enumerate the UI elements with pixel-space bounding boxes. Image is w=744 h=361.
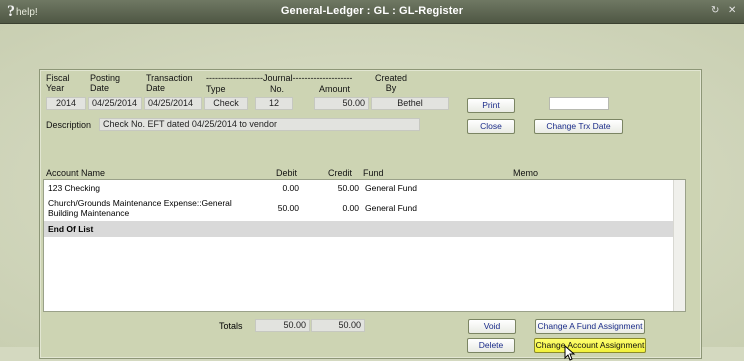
change-account-assignment-button[interactable]: Change Account Assignment: [534, 338, 646, 353]
print-button[interactable]: Print: [467, 98, 515, 113]
register-table: 123 Checking 0.00 50.00 General Fund Chu…: [43, 179, 686, 312]
description-label: Description: [46, 120, 92, 130]
transaction-date-label: Transaction Date: [146, 73, 193, 93]
fund-cell: General Fund: [365, 203, 417, 213]
transaction-date-field[interactable]: 04/25/2014: [144, 97, 202, 110]
credit-cell: 0.00: [342, 203, 359, 213]
account-cell: 123 Checking: [48, 183, 100, 193]
window-title: General-Ledger : GL : GL-Register: [280, 5, 464, 17]
table-row[interactable]: 123 Checking 0.00 50.00 General Fund: [44, 180, 674, 195]
delete-button[interactable]: Delete: [467, 338, 515, 353]
void-button[interactable]: Void: [468, 319, 516, 334]
created-by-field[interactable]: Bethel: [371, 97, 449, 110]
change-fund-assignment-button[interactable]: Change A Fund Assignment: [535, 319, 645, 334]
column-memo: Memo: [513, 168, 539, 178]
end-of-list-label: End Of List: [48, 224, 94, 234]
fund-cell: General Fund: [365, 183, 417, 193]
register-panel: Fiscal Year Posting Date Transaction Dat…: [39, 69, 702, 361]
description-field[interactable]: Check No. EFT dated 04/25/2014 to vendor: [99, 118, 420, 131]
mouse-cursor-icon: [564, 345, 576, 361]
account-cell: Church/Grounds Maintenance Expense::Gene…: [48, 198, 232, 208]
close-icon[interactable]: ✕: [728, 5, 736, 16]
debit-cell: 0.00: [282, 183, 299, 193]
journal-type-field[interactable]: Check: [204, 97, 248, 110]
totals-credit-field: 50.00: [311, 319, 365, 332]
posting-date-label: Posting Date: [90, 73, 121, 93]
change-trx-date-button[interactable]: Change Trx Date: [534, 119, 623, 134]
blank-field[interactable]: [549, 97, 609, 110]
type-label: Type: [206, 84, 226, 94]
created-by-label: Created By: [374, 73, 408, 93]
fiscal-year-field[interactable]: 2014: [46, 97, 86, 110]
journal-no-field[interactable]: 12: [255, 97, 293, 110]
table-row[interactable]: Church/Grounds Maintenance Expense::Gene…: [44, 195, 674, 221]
column-debit: Debit: [276, 168, 298, 178]
amount-label: Amount: [319, 84, 351, 94]
title-bar: ? help! General-Ledger : GL : GL-Registe…: [0, 0, 744, 24]
table-scrollbar[interactable]: [673, 180, 685, 311]
close-button[interactable]: Close: [467, 119, 515, 134]
column-fund: Fund: [363, 168, 384, 178]
no-label: No.: [270, 84, 285, 94]
totals-label: Totals: [219, 321, 243, 331]
journal-group-label: -------------------Journal--------------…: [206, 73, 353, 83]
refresh-icon[interactable]: ↻: [711, 5, 719, 16]
column-account-name: Account Name: [46, 168, 106, 178]
account-cell-line2: Building Maintenance: [48, 208, 130, 218]
amount-field[interactable]: 50.00: [314, 97, 369, 110]
debit-cell: 50.00: [277, 203, 299, 213]
posting-date-field[interactable]: 04/25/2014: [88, 97, 142, 110]
credit-cell: 50.00: [337, 183, 359, 193]
end-of-list-row: End Of List: [44, 221, 674, 237]
totals-debit-field: 50.00: [255, 319, 310, 332]
column-credit: Credit: [328, 168, 353, 178]
fiscal-year-label: Fiscal Year: [46, 73, 70, 93]
content-area: Fiscal Year Posting Date Transaction Dat…: [0, 24, 744, 361]
